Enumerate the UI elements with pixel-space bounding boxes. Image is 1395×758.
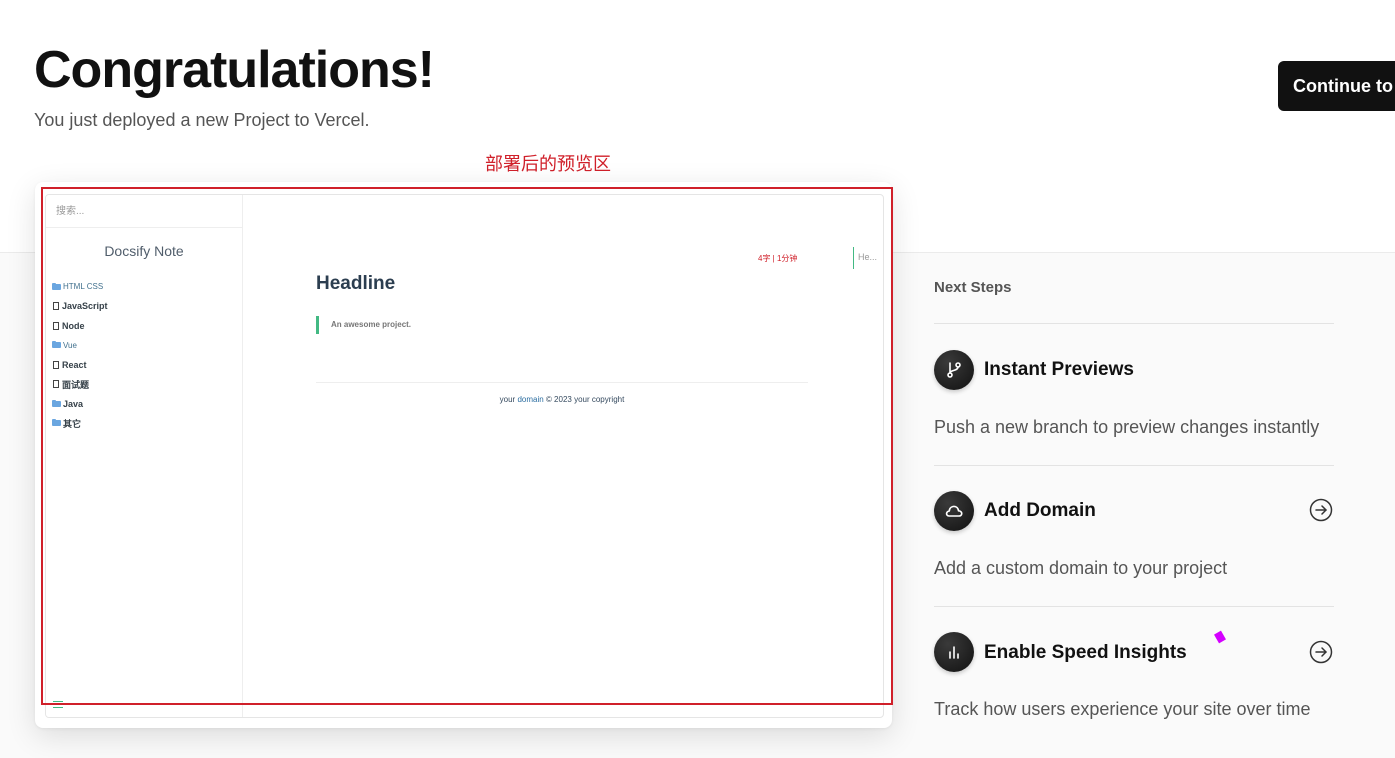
git-branch-icon (934, 350, 974, 390)
docs-content: 4字 | 1分钟 He... Headline An awesome proje… (243, 195, 883, 717)
nav-item-vue[interactable]: Vue (52, 336, 108, 356)
nav-item-node[interactable]: Node (52, 316, 108, 336)
nav-item-label: JavaScript (62, 301, 108, 312)
divider (934, 606, 1334, 607)
nav-item-label: Java (63, 398, 84, 409)
file-icon (53, 360, 59, 369)
docs-blockquote: An awesome project. (316, 316, 411, 334)
docs-sidebar: Docsify Note HTML CSS JavaScript Node Vu… (46, 195, 243, 717)
annotation-label: 部署后的预览区 (485, 154, 611, 174)
toc-item[interactable]: He... (858, 252, 877, 262)
page-title: Congratulations! (34, 41, 435, 99)
step-instant-previews-title[interactable]: Instant Previews (984, 359, 1134, 381)
nav-item-label: React (62, 359, 87, 370)
nav-item-java[interactable]: Java (52, 394, 108, 414)
folder-icon (52, 399, 61, 407)
toc-indicator (853, 247, 854, 269)
nav-item-interview[interactable]: 面试题 (52, 375, 108, 395)
docs-nav: HTML CSS JavaScript Node Vue React 面试题 J… (52, 277, 108, 433)
footer-domain-link[interactable]: domain (517, 395, 543, 404)
file-icon (53, 380, 59, 389)
nav-item-javascript[interactable]: JavaScript (52, 297, 108, 317)
docs-site-name: Docsify Note (104, 243, 184, 259)
nav-item-react[interactable]: React (52, 355, 108, 375)
nav-item-label: 其它 (63, 418, 82, 429)
nav-item-label: HTML CSS (63, 282, 104, 292)
step-instant-previews-desc: Push a new branch to preview changes ins… (934, 417, 1320, 437)
cloud-icon (934, 491, 974, 531)
page-subtitle: You just deployed a new Project to Verce… (34, 110, 370, 130)
nav-item-label: 面试题 (62, 379, 90, 390)
step-speed-insights-title[interactable]: Enable Speed Insights (984, 642, 1187, 664)
nav-item-other[interactable]: 其它 (52, 414, 108, 434)
file-icon (53, 321, 59, 330)
folder-icon (52, 341, 61, 349)
hamburger-menu-icon[interactable] (53, 701, 63, 709)
next-steps-heading: Next Steps (934, 279, 1012, 296)
folder-icon (52, 419, 61, 427)
nav-item-label: Vue (63, 340, 77, 350)
docs-headline: Headline (316, 273, 396, 294)
divider (934, 323, 1334, 324)
step-speed-insights-desc: Track how users experience your site ove… (934, 699, 1311, 719)
step-add-domain-title[interactable]: Add Domain (984, 500, 1096, 522)
arrow-right-circle-icon[interactable] (1309, 498, 1333, 522)
footer-copyright: © 2023 your copyright (545, 395, 625, 404)
bar-chart-icon (934, 632, 974, 672)
nav-item-html-css[interactable]: HTML CSS (52, 277, 108, 297)
docs-search-box (46, 195, 242, 228)
step-add-domain-desc: Add a custom domain to your project (934, 558, 1228, 578)
file-icon (53, 302, 59, 311)
docs-divider (316, 382, 808, 383)
docs-footer: your domain © 2023 your copyright (316, 395, 808, 404)
footer-prefix: your (499, 395, 516, 404)
docs-search-input[interactable] (54, 195, 238, 227)
nav-item-label: Node (62, 320, 85, 331)
preview-screenshot: Docsify Note HTML CSS JavaScript Node Vu… (45, 194, 884, 718)
continue-button[interactable]: Continue to (1278, 61, 1395, 111)
divider (934, 465, 1334, 466)
arrow-right-circle-icon[interactable] (1309, 640, 1333, 664)
deployment-preview-card[interactable]: Docsify Note HTML CSS JavaScript Node Vu… (35, 182, 892, 728)
word-count-stats: 4字 | 1分钟 (758, 254, 798, 263)
folder-icon (52, 282, 61, 290)
